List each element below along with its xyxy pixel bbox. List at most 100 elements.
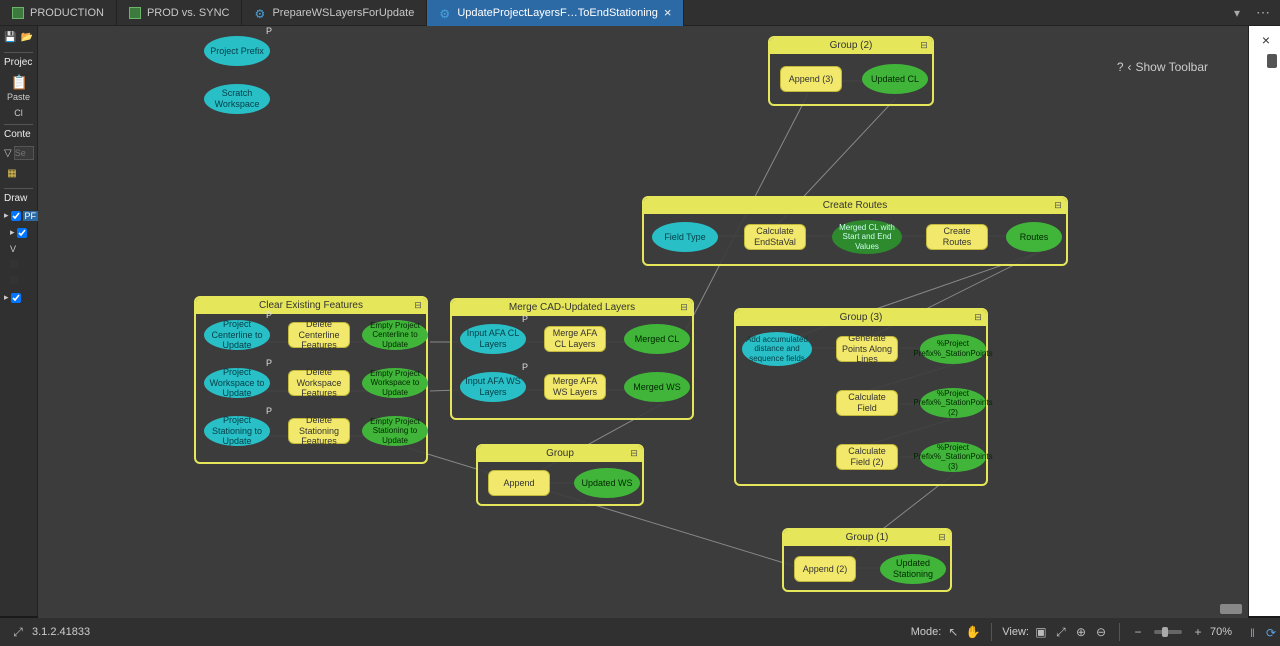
extent-icon[interactable]: ⤢ — [1053, 624, 1069, 640]
tab-overflow-button[interactable]: ▾ — [1228, 6, 1246, 20]
tool-generate-points[interactable]: Generate Points Along Lines — [836, 336, 898, 362]
group-merge-cad[interactable]: Merge CAD-Updated Layers ⊟ Input AFA CL … — [450, 298, 694, 420]
tool-merge-afa-ws[interactable]: Merge AFA WS Layers — [544, 374, 606, 400]
tool-calculate-field[interactable]: Calculate Field — [836, 390, 898, 416]
var-input-afa-cl[interactable]: Input AFA CL LayersP — [460, 324, 526, 354]
collapse-icon[interactable]: ⊟ — [629, 448, 639, 458]
zoom-minus-button[interactable]: − — [1130, 624, 1146, 640]
fullscreen-icon[interactable]: ⤢ — [10, 624, 26, 640]
collapse-icon[interactable]: ⊟ — [413, 300, 423, 310]
tool-calculate-field-2[interactable]: Calculate Field (2) — [836, 444, 898, 470]
search-input[interactable] — [14, 146, 34, 160]
output-stationpoints-2[interactable]: %Project Prefix%_StationPoints (2) — [920, 388, 986, 418]
output-stationpoints-3[interactable]: %Project Prefix%_StationPoints (3) — [920, 442, 986, 472]
mode-label: Mode: — [911, 626, 942, 638]
tool-create-routes[interactable]: Create Routes — [926, 224, 988, 250]
group-clear-existing[interactable]: Clear Existing Features ⊟ Project Center… — [194, 296, 428, 464]
close-panel-icon[interactable]: × — [1258, 32, 1274, 48]
tool-delete-stationing[interactable]: Delete Stationing Features — [288, 418, 350, 444]
tool-append-2[interactable]: Append (2) — [794, 556, 856, 582]
tab-preparews[interactable]: PrepareWSLayersForUpdate — [242, 0, 427, 26]
right-scrollbar[interactable] — [1266, 52, 1278, 586]
layer-checkbox[interactable] — [11, 293, 21, 303]
pause-icon[interactable]: ‖ — [1250, 626, 1262, 638]
group-append-ws-title: Group — [478, 446, 642, 462]
collapse-icon[interactable]: ⊟ — [919, 40, 929, 50]
group-3[interactable]: Group (3) ⊟ Add accumulated distance and… — [734, 308, 988, 486]
collapse-icon[interactable]: ⊟ — [973, 312, 983, 322]
zoom-out-icon[interactable]: ⊖ — [1093, 624, 1109, 640]
output-empty-workspace[interactable]: Empty Project Workspace to Update — [362, 368, 428, 398]
output-empty-stationing[interactable]: Empty Project Stationing to Update — [362, 416, 428, 446]
zoom-plus-button[interactable]: + — [1190, 624, 1206, 640]
canvas-scroll-thumb[interactable] — [1220, 604, 1242, 614]
zoom-slider[interactable] — [1154, 630, 1182, 634]
tool-calculate-endstaval[interactable]: Calculate EndStaVal — [744, 224, 806, 250]
pointer-mode-icon[interactable]: ↖ — [945, 624, 961, 640]
tool-append[interactable]: Append — [488, 470, 550, 496]
tab-bar: PRODUCTION PROD vs. SYNC PrepareWSLayers… — [0, 0, 1280, 26]
contents-panel-header[interactable]: Conte — [4, 124, 33, 140]
tool-append-3[interactable]: Append (3) — [780, 66, 842, 92]
right-rail: × — [1248, 26, 1280, 616]
output-merged-cl[interactable]: Merged CL — [624, 324, 690, 354]
var-input-afa-ws[interactable]: Input AFA WS LayersP — [460, 372, 526, 402]
refresh-icon[interactable]: ⟳ — [1266, 626, 1278, 638]
collapse-icon[interactable]: ⊟ — [937, 532, 947, 542]
group-2[interactable]: Group (2) ⊟ Append (3) Updated CL — [768, 36, 934, 106]
layer-item-v[interactable]: V — [4, 244, 33, 254]
tool-delete-workspace[interactable]: Delete Workspace Features — [288, 370, 350, 396]
scroll-thumb[interactable] — [1267, 54, 1277, 68]
layer-item-pf[interactable]: PF — [23, 211, 39, 221]
output-routes[interactable]: Routes — [1006, 222, 1062, 252]
collapse-icon[interactable]: ⊟ — [1053, 200, 1063, 210]
output-empty-centerline[interactable]: Empty Project Centerline to Update — [362, 320, 428, 350]
collapse-icon[interactable]: ⊟ — [679, 302, 689, 312]
drawing-order-header[interactable]: Draw — [4, 188, 33, 204]
tree-expand-icon[interactable]: ▸ — [4, 210, 9, 221]
tree-expand-icon[interactable]: ▸ — [10, 227, 15, 238]
show-toolbar-button[interactable]: ? ‹ Show Toolbar — [1117, 60, 1208, 74]
var-proj-stationing[interactable]: Project Stationing to UpdateP — [204, 416, 270, 446]
group-2-title: Group (2) — [770, 38, 932, 54]
output-merged-cl-vals[interactable]: Merged CL with Start and End Values — [832, 220, 902, 254]
more-menu-icon[interactable]: ⋯ — [1246, 4, 1280, 21]
group-create-routes[interactable]: Create Routes ⊟ Field Type Calculate End… — [642, 196, 1068, 266]
pan-mode-icon[interactable]: ✋ — [965, 624, 981, 640]
save-icon[interactable]: 💾 — [4, 30, 17, 46]
var-field-type[interactable]: Field Type — [652, 222, 718, 252]
var-proj-workspace[interactable]: Project Workspace to UpdateP — [204, 368, 270, 398]
tool-merge-afa-cl[interactable]: Merge AFA CL Layers — [544, 326, 606, 352]
map-icon — [12, 7, 24, 19]
filter-icon[interactable]: ▽ — [4, 148, 12, 159]
model-canvas[interactable]: ? ‹ Show Toolbar — [38, 26, 1248, 618]
tool-delete-centerline[interactable]: Delete Centerline Features — [288, 322, 350, 348]
clipboard-label: Cl — [4, 108, 33, 118]
folder-icon[interactable]: 📂 — [21, 30, 34, 46]
layer-checkbox[interactable] — [17, 228, 27, 238]
node-project-prefix[interactable]: Project PrefixP — [204, 36, 270, 66]
tab-updateproject[interactable]: UpdateProjectLayersF…ToEndStationing× — [427, 0, 684, 26]
clipboard-icon[interactable]: 📋 — [11, 74, 27, 90]
tab-prod-vs-sync[interactable]: PROD vs. SYNC — [117, 0, 243, 26]
tree-expand-icon[interactable]: ▸ — [4, 292, 9, 303]
output-updated-cl[interactable]: Updated CL — [862, 64, 928, 94]
project-panel-header[interactable]: Projec — [4, 52, 33, 68]
zoom-in-icon[interactable]: ⊕ — [1073, 624, 1089, 640]
output-updated-ws[interactable]: Updated WS — [574, 468, 640, 498]
tab-production[interactable]: PRODUCTION — [0, 0, 117, 26]
output-merged-ws[interactable]: Merged WS — [624, 372, 690, 402]
var-add-accumulated[interactable]: Add accumulated distance and sequence fi… — [742, 332, 812, 366]
var-proj-centerline[interactable]: Project Centerline to UpdateP — [204, 320, 270, 350]
node-scratch-workspace[interactable]: Scratch Workspace — [204, 84, 270, 114]
output-stationpoints-1[interactable]: %Project Prefix%_StationPoints — [920, 334, 986, 364]
group-3-title: Group (3) — [736, 310, 986, 326]
layers-icon[interactable]: ▦ — [4, 166, 20, 182]
close-icon[interactable]: × — [664, 5, 672, 20]
group-create-routes-title: Create Routes — [644, 198, 1066, 214]
group-1[interactable]: Group (1) ⊟ Append (2) Updated Stationin… — [782, 528, 952, 592]
output-updated-stationing[interactable]: Updated Stationing — [880, 554, 946, 584]
fit-view-icon[interactable]: ▣ — [1033, 624, 1049, 640]
group-append-ws[interactable]: Group ⊟ Append Updated WS — [476, 444, 644, 506]
layer-checkbox[interactable] — [11, 211, 21, 221]
